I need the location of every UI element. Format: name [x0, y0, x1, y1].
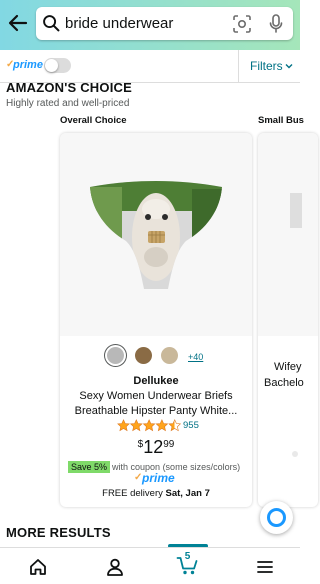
search-input[interactable]: bride underwear — [36, 7, 293, 40]
product-image-area-2[interactable] — [258, 133, 318, 336]
chevron-down-icon[interactable] — [285, 62, 293, 70]
coupon-text: with coupon (some sizes/colors) — [112, 462, 241, 472]
alexa-icon — [267, 508, 286, 527]
product-image-2 — [290, 193, 302, 228]
product-image[interactable] — [88, 179, 224, 291]
search-header: bride underwear — [0, 0, 300, 50]
menu-icon — [257, 561, 273, 573]
divider — [238, 50, 239, 83]
product-price: $1299 — [60, 437, 252, 458]
cart-icon — [176, 557, 198, 575]
nav-menu[interactable] — [225, 548, 300, 584]
search-query-text: bride underwear — [65, 15, 174, 32]
delivery-date: Sat, Jan 7 — [165, 488, 210, 499]
prime-toggle[interactable] — [44, 58, 71, 73]
price-fraction: 99 — [163, 439, 175, 450]
more-results-heading: MORE RESULTS — [6, 525, 111, 540]
price-whole: 12 — [143, 437, 164, 457]
more-colors-link[interactable]: +40 — [188, 352, 203, 362]
camera-scan-icon[interactable] — [232, 14, 252, 34]
toggle-knob — [45, 59, 58, 72]
product-image-area[interactable] — [60, 133, 252, 336]
nav-home[interactable] — [0, 548, 75, 584]
product-card[interactable]: +40 Dellukee Sexy Women Underwear Briefs… — [60, 133, 252, 507]
product2-title-line2[interactable]: Bachelo — [264, 377, 304, 389]
nav-cart[interactable]: 5 — [150, 548, 225, 584]
delivery-prefix: FREE delivery — [102, 488, 163, 499]
account-icon — [107, 558, 123, 576]
placeholder-dot — [292, 451, 298, 457]
prime-label: prime — [13, 59, 43, 71]
section-subtitle: Highly rated and well-priced — [6, 98, 130, 109]
rating-stars-icon — [117, 419, 181, 432]
search-icon — [43, 15, 60, 32]
product-title-line2[interactable]: Breathable Hipster Panty White... — [60, 405, 252, 417]
column-label-overall-choice: Overall Choice — [60, 115, 127, 126]
price-currency: $ — [137, 439, 144, 450]
column-label-small-business: Small Bus — [258, 115, 304, 126]
product2-title-line1[interactable]: Wifey — [274, 361, 302, 373]
product-title-line1[interactable]: Sexy Women Underwear Briefs — [60, 390, 252, 402]
section-title: AMAZON'S CHOICE — [6, 80, 132, 95]
nav-account[interactable] — [75, 548, 150, 584]
product-card-2[interactable]: Wifey Bachelo — [258, 133, 318, 507]
coupon-badge: Save 5% — [68, 461, 111, 473]
coupon-row: Save 5% with coupon (some sizes/colors) — [68, 457, 241, 473]
color-swatch-brown[interactable] — [135, 347, 152, 364]
filter-bar: ✓ prime Filters — [0, 50, 300, 83]
delivery-info: FREE delivery Sat, Jan 7 — [60, 488, 252, 499]
color-swatch-tan[interactable] — [161, 347, 178, 364]
back-arrow-icon[interactable] — [6, 11, 30, 35]
filters-button[interactable]: Filters — [250, 59, 283, 73]
color-swatch-gray[interactable] — [107, 347, 124, 364]
rating-count: 955 — [183, 420, 199, 431]
product-brand: Dellukee — [133, 375, 179, 387]
bottom-navigation: 5 — [0, 547, 300, 584]
microphone-icon[interactable] — [266, 13, 286, 34]
alexa-button[interactable] — [260, 501, 293, 534]
prime-logo-text: prime — [142, 471, 175, 485]
home-icon — [30, 559, 46, 575]
